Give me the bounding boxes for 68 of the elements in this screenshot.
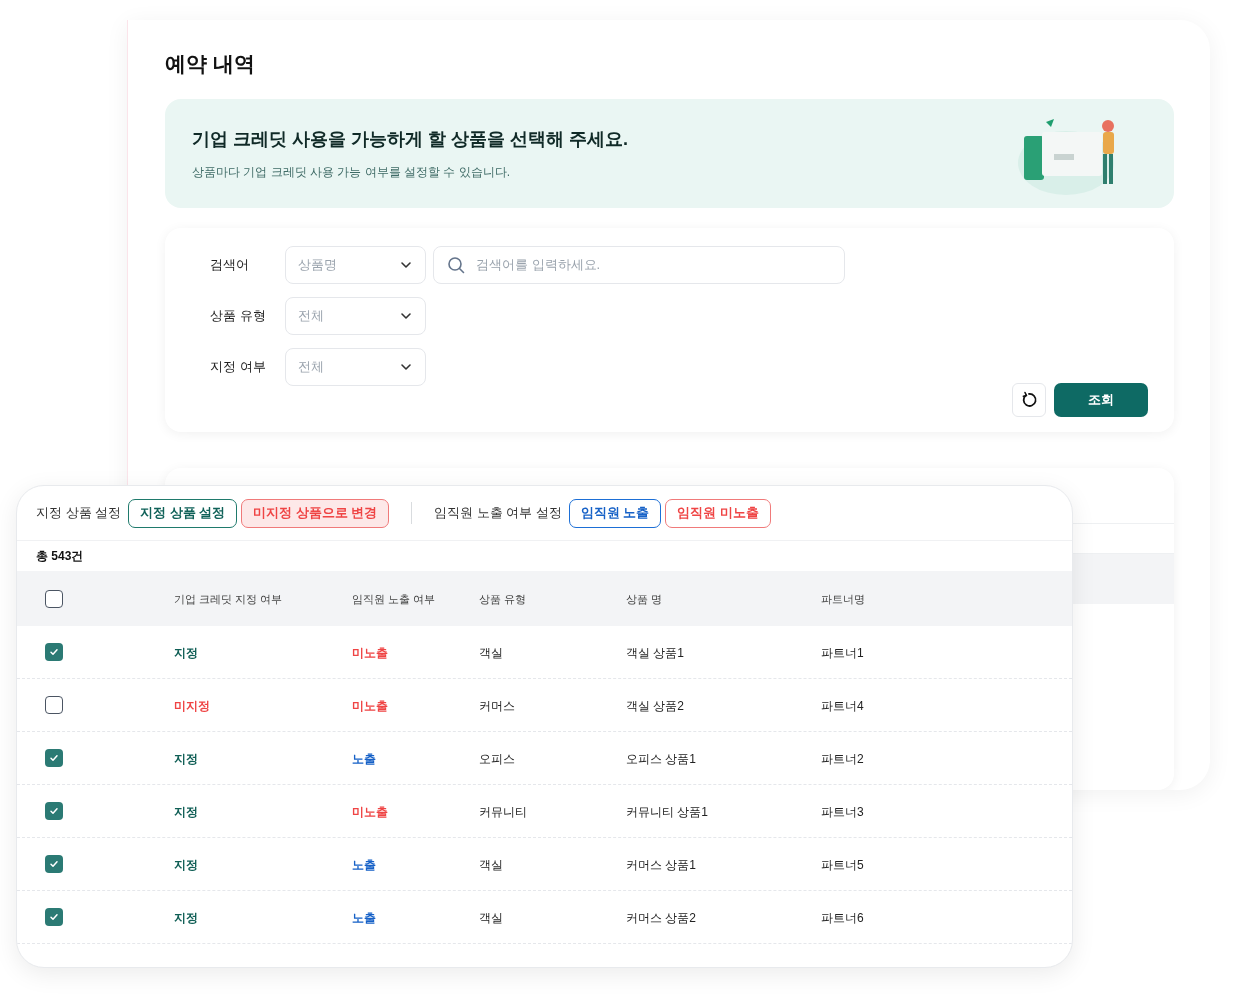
page-title: 예약 내역 (165, 51, 256, 77)
column-header: 파트너명 (821, 591, 866, 607)
table-cell: 객실 상품1 (626, 646, 684, 660)
exposure-status: 미노출 (352, 646, 388, 660)
table-cell: 파트너2 (821, 752, 864, 766)
search-button[interactable]: 조회 (1054, 382, 1148, 417)
check-icon (49, 912, 59, 922)
table-cell: 객실 (479, 911, 503, 925)
exposure-status: 노출 (352, 752, 376, 766)
search-icon (447, 255, 465, 274)
column-header: 임직원 노출 여부 (352, 591, 437, 607)
banner-subtitle: 상품마다 기업 크레딧 사용 가능 여부를 설정할 수 있습니다. (192, 163, 511, 181)
designation-status: 미지정 (174, 699, 210, 713)
total-count: 총 543건 (36, 548, 84, 565)
select-dropdown[interactable]: 전체 (285, 296, 426, 335)
table-cell: 파트너1 (821, 646, 864, 660)
checkbox[interactable] (45, 908, 63, 926)
checkbox[interactable] (45, 590, 63, 608)
table-cell: 커머스 상품2 (626, 911, 696, 925)
exposure-status: 노출 (352, 911, 376, 925)
toolbar-label: 임직원 노출 여부 설정 (434, 504, 562, 523)
action-button[interactable]: 임직원 미노출 (665, 498, 771, 528)
table-cell: 오피스 (479, 752, 515, 766)
select-dropdown[interactable]: 상품명 (285, 245, 426, 284)
banner-title: 기업 크레딧 사용을 가능하게 할 상품을 선택해 주세요. (192, 127, 628, 151)
check-icon (49, 647, 59, 657)
search-field[interactable]: 검색어를 입력하세요. (433, 245, 845, 284)
designation-status: 지정 (174, 858, 198, 872)
column-header: 상품 유형 (479, 591, 528, 607)
table-cell: 객실 (479, 858, 503, 872)
toolbar-label: 지정 상품 설정 (36, 504, 122, 523)
filter-label: 검색어 (210, 256, 250, 274)
check-icon (49, 806, 59, 816)
designation-status: 지정 (174, 805, 198, 819)
select-dropdown[interactable]: 전체 (285, 347, 426, 386)
table-cell: 커머스 상품1 (626, 858, 696, 872)
checkbox[interactable] (45, 802, 63, 820)
table-cell: 파트너5 (821, 858, 864, 872)
action-button[interactable]: 미지정 상품으로 변경 (241, 498, 390, 528)
check-icon (49, 753, 59, 763)
designation-status: 지정 (174, 911, 198, 925)
action-button[interactable]: 지정 상품 설정 (128, 498, 238, 528)
checkbox[interactable] (45, 643, 63, 661)
checkbox[interactable] (45, 696, 63, 714)
designation-status: 지정 (174, 752, 198, 766)
table-cell: 커머스 (479, 699, 515, 713)
action-button[interactable]: 임직원 노출 (569, 498, 662, 528)
filter-label: 지정 여부 (210, 358, 267, 376)
table-cell: 객실 상품2 (626, 699, 684, 713)
refresh-icon (1020, 390, 1038, 409)
exposure-status: 미노출 (352, 699, 388, 713)
table-cell: 파트너6 (821, 911, 864, 925)
designation-status: 지정 (174, 646, 198, 660)
checkbox[interactable] (45, 749, 63, 767)
filter-label: 상품 유형 (210, 307, 267, 325)
table-cell: 오피스 상품1 (626, 752, 696, 766)
table-cell: 커뮤니티 상품1 (626, 805, 708, 819)
column-header: 기업 크레딧 지정 여부 (174, 591, 284, 607)
column-header: 상품 명 (626, 591, 664, 607)
exposure-status: 미노출 (352, 805, 388, 819)
reset-button[interactable] (1012, 382, 1046, 417)
check-icon (49, 859, 59, 869)
table-cell: 파트너3 (821, 805, 864, 819)
table-cell: 커뮤니티 (479, 805, 527, 819)
exposure-status: 노출 (352, 858, 376, 872)
table-cell: 파트너4 (821, 699, 864, 713)
table-cell: 객실 (479, 646, 503, 660)
checkbox[interactable] (45, 855, 63, 873)
